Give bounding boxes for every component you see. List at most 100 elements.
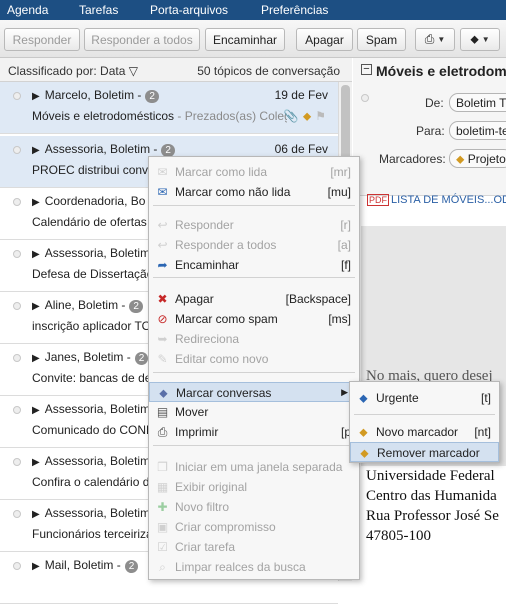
expand-triangle-icon[interactable]: ▶ xyxy=(32,457,40,468)
submenu-item-remove-tag[interactable]: ⬥ Remover marcador xyxy=(350,442,499,462)
print-icon: ⎙ xyxy=(424,32,435,46)
expand-triangle-icon[interactable]: ▶ xyxy=(32,249,40,260)
spam-icon: ⊘ xyxy=(157,312,168,326)
mail-unread-icon: ✉ xyxy=(157,185,168,199)
menu-tarefas[interactable]: Tarefas xyxy=(79,3,118,17)
forward-button[interactable]: Encaminhar xyxy=(205,28,285,51)
conversation-sender: ▶ Assessoria, Boletim xyxy=(32,506,150,520)
chevron-down-icon: ▼ xyxy=(437,35,446,44)
expand-triangle-icon[interactable]: ▶ xyxy=(32,301,40,312)
read-status-dot[interactable] xyxy=(13,354,21,362)
new-window-icon: ❐ xyxy=(157,460,168,474)
menu-item-spam[interactable]: ⊘ Marcar como spam [ms] xyxy=(149,309,359,329)
subject-text: Convite: bancas de def xyxy=(32,371,155,385)
attachment-link[interactable]: PDF LISTA DE MÓVEIS...ODO xyxy=(367,194,506,206)
read-status-dot[interactable] xyxy=(13,406,21,414)
read-status-dot[interactable] xyxy=(13,562,21,570)
edit-icon: ✎ xyxy=(157,352,168,366)
read-status-dot[interactable] xyxy=(13,302,21,310)
read-status-dot[interactable] xyxy=(13,146,21,154)
menu-item-mail-unread[interactable]: ✉ Marcar como não lida [mu] xyxy=(149,182,359,202)
menu-shortcut: [nt] xyxy=(474,425,491,439)
collapse-icon[interactable]: − xyxy=(361,64,372,75)
menu-item-label: Marcar como não lida xyxy=(175,185,291,199)
menu-agenda[interactable]: Agenda xyxy=(7,3,48,17)
subject-text: Comunicado do CONE xyxy=(32,423,155,437)
menu-item-print[interactable]: ⎙ Imprimir [p xyxy=(149,422,359,442)
menu-shortcut: [r] xyxy=(340,218,351,232)
menu-shortcut: [Backspace] xyxy=(285,292,351,306)
expand-triangle-icon[interactable]: ▶ xyxy=(32,405,40,416)
menu-item-reply-all: ↩ Responder a todos [a] xyxy=(149,235,359,255)
conversation-row[interactable]: ▶ Marcelo, Boletim -2 19 de Fev Móveis e el… xyxy=(0,82,338,134)
read-status-dot[interactable] xyxy=(361,94,369,102)
sort-label: Classificado por: Data xyxy=(8,64,126,78)
spam-button[interactable]: Spam xyxy=(357,28,406,51)
menu-item-edit: ✎ Editar como novo xyxy=(149,349,359,369)
menu-item-label: Redireciona xyxy=(175,332,240,346)
read-status-dot[interactable] xyxy=(13,92,21,100)
menu-item-label: Marcar conversas xyxy=(176,386,272,400)
sender-name: Coordenadoria, Bo xyxy=(44,194,146,208)
expand-triangle-icon[interactable]: ▶ xyxy=(32,353,40,364)
list-header: Classificado por: Data ▽ 50 tópicos de c… xyxy=(0,58,352,82)
menu-separator xyxy=(153,445,355,446)
toolbar: Responder Responder a todos Encaminhar A… xyxy=(0,20,506,58)
menu-item-delete[interactable]: ✖ Apagar [Backspace] xyxy=(149,289,359,309)
submenu-item-new-tag[interactable]: ⬥ Novo marcador [nt] xyxy=(350,422,499,442)
menu-shortcut: [a] xyxy=(337,238,351,252)
forward-icon: ➦ xyxy=(157,258,168,272)
expand-triangle-icon[interactable]: ▶ xyxy=(32,91,40,102)
tag-submenu: ⬥ Urgente [t] ⬥ Novo marcador [nt] ⬥ Remover ma… xyxy=(349,381,500,463)
menu-item-tag[interactable]: ⬥ Marcar conversas ▶ xyxy=(149,382,359,402)
to-chip[interactable]: boletim-te xyxy=(449,121,506,140)
menu-item-calendar: ▣ Criar compromisso xyxy=(149,517,359,537)
message-count-badge: 2 xyxy=(124,560,139,573)
read-status-dot[interactable] xyxy=(13,510,21,518)
menu-item-forward[interactable]: ➦ Encaminhar [f] xyxy=(149,255,359,275)
delete-button[interactable]: Apagar xyxy=(296,28,353,51)
expand-triangle-icon[interactable]: ▶ xyxy=(32,509,40,520)
conversation-sender: ▶ Mail, Boletim -2 xyxy=(32,558,139,573)
menu-item-label: Marcar como spam xyxy=(175,312,278,326)
read-status-dot[interactable] xyxy=(13,198,21,206)
menu-item-label: Remover marcador xyxy=(377,446,480,460)
conversation-subject: Móveis e eletrodomésticos - Prezados(as)… xyxy=(32,109,287,123)
menu-item-task: ☑ Criar tarefa xyxy=(149,537,359,557)
delete-icon: ✖ xyxy=(157,292,168,306)
read-status-dot[interactable] xyxy=(13,458,21,466)
attachment-name: LISTA DE MÓVEIS...ODO xyxy=(391,194,506,206)
expand-triangle-icon[interactable]: ▶ xyxy=(32,145,40,156)
tag-dropdown-button[interactable]: ⬥ ▼ xyxy=(460,28,500,51)
reply-button[interactable]: Responder xyxy=(4,28,80,51)
print-dropdown-button[interactable]: ⎙ ▼ xyxy=(415,28,455,51)
menu-item-label: Criar tarefa xyxy=(175,540,236,554)
expand-triangle-icon[interactable]: ▶ xyxy=(32,561,40,572)
sort-selector[interactable]: Classificado por: Data ▽ xyxy=(8,64,138,78)
conversation-date: 06 de Fev xyxy=(274,142,328,156)
menu-separator xyxy=(354,414,495,415)
expand-triangle-icon[interactable]: ▶ xyxy=(32,197,40,208)
body-line: Centro das Humanida xyxy=(366,488,497,504)
read-status-dot[interactable] xyxy=(13,250,21,258)
menu-porta-arquivos[interactable]: Porta-arquivos xyxy=(150,3,228,17)
submenu-arrow-icon: ▶ xyxy=(341,387,348,397)
menu-item-label: Editar como novo xyxy=(175,352,269,366)
conversation-sender: ▶ Assessoria, Boletim xyxy=(32,402,150,416)
from-chip[interactable]: Boletim Té xyxy=(449,93,506,112)
flag-icon[interactable]: ⚑ xyxy=(315,109,326,123)
menu-item-label: Novo marcador xyxy=(376,425,459,439)
menu-separator xyxy=(153,372,355,373)
sender-name: Assessoria, Boletim xyxy=(44,246,151,260)
menu-preferencias[interactable]: Preferências xyxy=(261,3,328,17)
menu-item-label: Exibir original xyxy=(175,480,248,494)
reply-all-button[interactable]: Responder a todos xyxy=(84,28,200,51)
search-icon: ⌕ xyxy=(159,560,166,574)
submenu-item-tag-urgent[interactable]: ⬥ Urgente [t] xyxy=(350,388,499,408)
conversation-sender: ▶ Marcelo, Boletim -2 xyxy=(32,88,159,103)
mail-read-icon: ✉ xyxy=(157,165,168,179)
menu-item-move[interactable]: ▤ Mover xyxy=(149,402,359,422)
menu-item-label: Novo filtro xyxy=(175,500,230,514)
subject-text: Defesa de Dissertação xyxy=(32,267,154,281)
tag-chip[interactable]: ⬥ Projeto xyxy=(449,149,506,168)
